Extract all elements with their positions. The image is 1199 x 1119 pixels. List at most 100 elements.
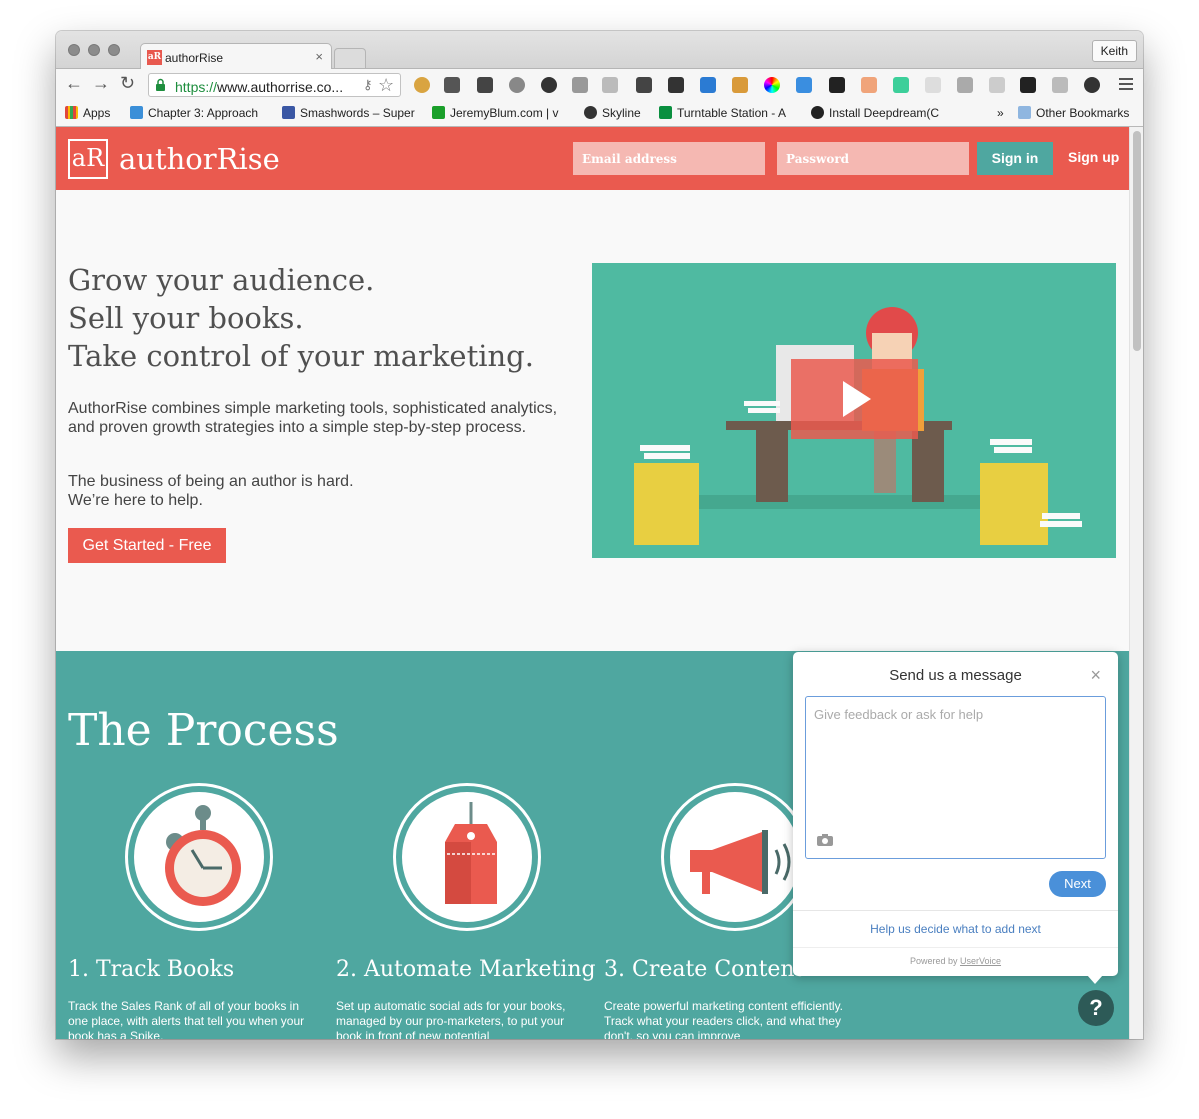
- logo-mark[interactable]: aR: [68, 139, 108, 179]
- stack-extension-icon[interactable]: [957, 77, 973, 93]
- new-tab-button[interactable]: [334, 48, 366, 68]
- folder-icon: [1018, 106, 1031, 119]
- bookmark-apps[interactable]: Apps: [65, 106, 110, 120]
- password-field[interactable]: [777, 142, 969, 175]
- scrollbar-thumb[interactable]: [1133, 131, 1141, 351]
- automate-marketing-badge: [393, 783, 541, 931]
- evernote-extension-icon[interactable]: [477, 77, 493, 93]
- cookie-extension-icon[interactable]: [414, 77, 430, 93]
- bookmarks-bar: Apps Chapter 3: Approach Smashwords – Su…: [56, 101, 1143, 127]
- step-3-description: Create powerful marketing content effici…: [604, 999, 844, 1039]
- widget-title: Send us a message: [889, 667, 1022, 684]
- forward-arrow-icon[interactable]: →: [92, 73, 110, 94]
- bookmark-deepdream[interactable]: Install Deepdream(C: [811, 106, 939, 120]
- key-icon[interactable]: ⚷: [363, 77, 373, 93]
- smashwords-icon: [282, 106, 295, 119]
- bookmark-other[interactable]: Other Bookmarks: [1018, 106, 1129, 120]
- camera-icon[interactable]: [817, 834, 833, 846]
- bookmarks-overflow-chevron-icon[interactable]: »: [997, 106, 1004, 120]
- url-text: https://www.authorrise.co...: [175, 79, 344, 95]
- hero-tagline: The business of being an author is hard.…: [68, 472, 354, 510]
- devices-extension-icon[interactable]: [989, 77, 1005, 93]
- uservoice-link[interactable]: UserVoice: [960, 956, 1001, 966]
- sign-up-link[interactable]: Sign up: [1068, 149, 1119, 165]
- step-1-description: Track the Sales Rank of all of your book…: [68, 999, 305, 1039]
- stopwatch-icon: [165, 805, 241, 906]
- tagline-line-2: We’re here to help.: [68, 492, 203, 509]
- tagline-line-1: The business of being an author is hard.: [68, 473, 354, 490]
- refresh-extension-icon[interactable]: [541, 77, 557, 93]
- shield-extension-icon[interactable]: [1020, 77, 1036, 93]
- widget-divider: [793, 910, 1118, 911]
- bookmark-smashwords[interactable]: Smashwords – Super: [282, 106, 415, 120]
- color-picker-extension-icon[interactable]: [764, 77, 780, 93]
- monster-extension-icon[interactable]: [893, 77, 909, 93]
- hamburger-menu-icon[interactable]: [1119, 78, 1133, 93]
- site-header: aR authorRise Sign in Sign up: [56, 127, 1129, 190]
- help-decide-link[interactable]: Help us decide what to add next: [793, 922, 1118, 936]
- minimize-window-button[interactable]: [88, 44, 100, 56]
- face-extension-icon[interactable]: [861, 77, 877, 93]
- card-extension-icon[interactable]: [925, 77, 941, 93]
- pocket-extension-icon[interactable]: [444, 77, 460, 93]
- headline-line-2: Sell your books.: [68, 301, 304, 335]
- email-field[interactable]: [573, 142, 765, 175]
- logo-text[interactable]: authorRise: [119, 142, 280, 176]
- browser-toolbar: ← → ↻ https://www.authorrise.co... ⚷ ☆: [56, 69, 1143, 101]
- tab-strip: aR authorRise × Keith: [56, 31, 1143, 70]
- process-title: The Process: [68, 705, 339, 756]
- get-started-button[interactable]: Get Started - Free: [68, 528, 226, 563]
- price-tag-icon: [445, 802, 497, 904]
- bookmark-skyline[interactable]: Skyline: [584, 106, 641, 120]
- tab-title: authorRise: [165, 51, 224, 65]
- info-extension-icon[interactable]: [1084, 77, 1100, 93]
- close-window-button[interactable]: [68, 44, 80, 56]
- feedback-textarea[interactable]: [805, 696, 1106, 859]
- back-arrow-icon[interactable]: ←: [65, 73, 83, 94]
- page-scrollbar[interactable]: [1129, 127, 1143, 1039]
- jb-icon: [432, 106, 445, 119]
- cast-extension-icon[interactable]: [572, 77, 588, 93]
- bookmark-turntable[interactable]: Turntable Station - A: [659, 106, 786, 120]
- headline-line-1: Grow your audience.: [68, 263, 375, 297]
- step-2-title: 2. Automate Marketing: [336, 957, 596, 982]
- play-button[interactable]: [791, 359, 918, 439]
- mask-extension-icon[interactable]: [668, 77, 684, 93]
- bookmark-star-icon[interactable]: ☆: [378, 75, 394, 96]
- sign-in-button[interactable]: Sign in: [977, 142, 1053, 175]
- powered-by: Powered by UserVoice: [909, 956, 1002, 966]
- address-bar[interactable]: https://www.authorrise.co... ⚷ ☆: [148, 73, 401, 97]
- widget-close-icon[interactable]: ×: [1090, 665, 1101, 686]
- bookmark-jeremyblum[interactable]: JeremyBlum.com | v: [432, 106, 558, 120]
- profile-button[interactable]: Keith: [1091, 40, 1137, 62]
- tab-close-icon[interactable]: ×: [315, 49, 323, 64]
- track-books-badge: [125, 783, 273, 931]
- lock-icon: [156, 78, 165, 91]
- turntable-icon: [659, 106, 672, 119]
- reload-icon[interactable]: ↻: [120, 73, 135, 94]
- play-icon: [843, 381, 871, 417]
- next-button[interactable]: Next: [1049, 871, 1106, 897]
- handwriting-extension-icon[interactable]: [602, 77, 618, 93]
- apps-grid-icon: [65, 106, 78, 119]
- diamond-extension-icon[interactable]: [700, 77, 716, 93]
- headline-line-3: Take control of your marketing.: [68, 339, 534, 373]
- help-question-icon[interactable]: ?: [1078, 990, 1114, 1026]
- widget-pointer: [1087, 975, 1103, 984]
- y-extension-icon[interactable]: [636, 77, 652, 93]
- step-1-title: 1. Track Books: [68, 957, 235, 982]
- drive-extension-icon[interactable]: [1052, 77, 1068, 93]
- megaphone-icon: [690, 830, 791, 894]
- intro-video[interactable]: [592, 263, 1116, 558]
- widget-divider: [793, 947, 1118, 948]
- step-3-title: 3. Create Content: [604, 957, 804, 982]
- tab-authorrise[interactable]: aR authorRise ×: [140, 43, 332, 70]
- authorrise-favicon-icon: aR: [147, 50, 162, 65]
- adblock-extension-icon[interactable]: [509, 77, 525, 93]
- ruler-extension-icon[interactable]: [732, 77, 748, 93]
- bookmark-chapter-3[interactable]: Chapter 3: Approach: [130, 106, 258, 120]
- w-extension-icon[interactable]: [829, 77, 845, 93]
- zoom-window-button[interactable]: [108, 44, 120, 56]
- window-extension-icon[interactable]: [796, 77, 812, 93]
- hero-description: AuthorRise combines simple marketing too…: [68, 400, 558, 436]
